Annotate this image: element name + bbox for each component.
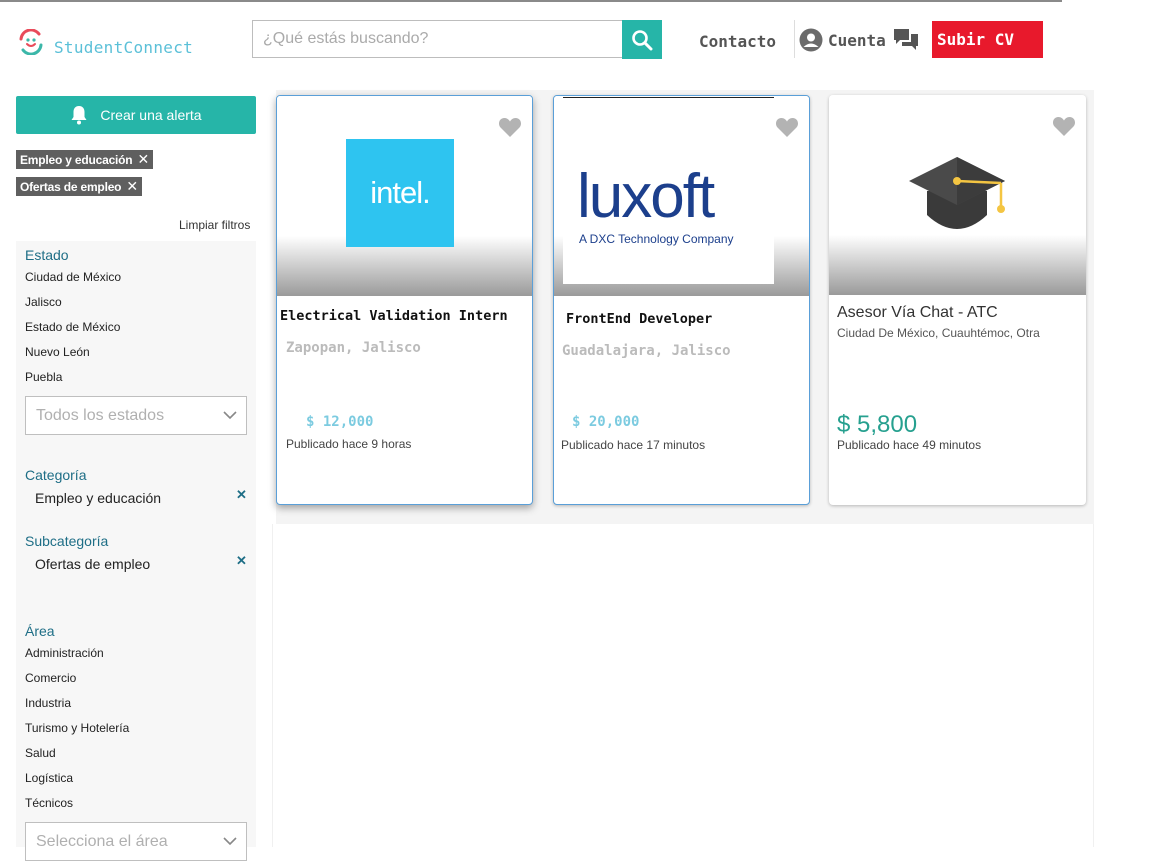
nav-divider — [794, 20, 795, 58]
luxoft-logo: luxoft A DXC Technology Company — [563, 100, 774, 284]
listing-posted-time: Publicado hace 17 minutos — [561, 438, 706, 452]
listing-location: Ciudad De México, Cuauhtémoc, Otra — [837, 326, 1040, 340]
filter-chip-subcategory: Ofertas de empleo ✕ — [16, 177, 142, 196]
state-option[interactable]: Ciudad de México — [25, 270, 121, 284]
graduation-cap-icon — [909, 157, 1005, 229]
filter-chip-category: Empleo y educación ✕ — [16, 150, 153, 169]
listing-image: luxoft A DXC Technology Company — [554, 96, 809, 296]
category-selected: Empleo y educación — [35, 490, 162, 506]
area-option[interactable]: Industria — [25, 696, 71, 710]
create-alert-label: Crear una alerta — [100, 107, 202, 123]
luxoft-logo-subtext: A DXC Technology Company — [579, 232, 734, 246]
listing-price: $ 20,000 — [572, 414, 640, 430]
remove-subcategory-icon[interactable]: ✕ — [236, 553, 247, 569]
listing-card[interactable]: Asesor Vía Chat - ATC Ciudad De México, … — [829, 95, 1086, 505]
area-option[interactable]: Logística — [25, 771, 73, 785]
area-select[interactable]: Selecciona el área — [25, 822, 247, 861]
listing-card[interactable]: luxoft A DXC Technology Company FrontEnd… — [553, 95, 810, 505]
remove-chip-icon[interactable]: ✕ — [137, 151, 149, 168]
listing-price: $ 12,000 — [306, 414, 374, 430]
listing-card[interactable]: intel. Electrical Validation Intern Zapo… — [276, 95, 533, 505]
nav-contact-link[interactable]: Contacto — [699, 32, 776, 51]
area-option[interactable]: Técnicos — [25, 796, 73, 810]
favorite-heart-icon[interactable] — [1052, 115, 1076, 142]
nav-account-link[interactable]: Cuenta — [799, 28, 886, 52]
subcategory-selected: Ofertas de empleo — [35, 556, 151, 572]
upload-cv-button[interactable]: Subir CV — [932, 21, 1043, 58]
area-select-placeholder: Selecciona el área — [36, 832, 168, 850]
top-border — [0, 0, 1062, 2]
chevron-down-icon — [223, 411, 237, 420]
user-avatar-icon — [799, 28, 823, 52]
listing-title: FrontEnd Developer — [566, 311, 713, 327]
remove-category-icon[interactable]: ✕ — [236, 487, 247, 503]
intel-logo: intel. — [346, 139, 454, 247]
state-option[interactable]: Jalisco — [25, 295, 62, 309]
logo-top-rule — [563, 97, 774, 98]
listing-posted-time: Publicado hace 9 horas — [286, 437, 412, 451]
area-option[interactable]: Turismo y Hotelería — [25, 721, 129, 735]
listing-title: Electrical Validation Intern — [280, 308, 508, 324]
listing-image — [829, 95, 1086, 295]
state-select-placeholder: Todos los estados — [36, 406, 165, 424]
chip-label: Ofertas de empleo — [20, 179, 122, 194]
remove-chip-icon[interactable]: ✕ — [126, 178, 138, 195]
filters-panel: Estado Ciudad de México Jalisco Estado d… — [16, 241, 256, 861]
state-option[interactable]: Nuevo León — [25, 345, 90, 359]
intel-logo-text: intel. — [370, 175, 430, 210]
bell-icon — [70, 105, 88, 125]
search-icon — [632, 29, 653, 50]
search-button[interactable] — [622, 20, 662, 59]
search-input[interactable] — [252, 20, 622, 58]
favorite-heart-icon[interactable] — [775, 116, 799, 143]
create-alert-button[interactable]: Crear una alerta — [16, 96, 256, 134]
subcategory-filter-title: Subcategoría — [25, 533, 109, 549]
state-option[interactable]: Puebla — [25, 370, 62, 384]
state-option[interactable]: Estado de México — [25, 320, 120, 334]
chat-icon[interactable] — [892, 27, 920, 53]
category-filter-title: Categoría — [25, 467, 87, 483]
listing-image: intel. — [277, 96, 532, 296]
listing-location: Zapopan, Jalisco — [286, 340, 421, 356]
listing-posted-time: Publicado hace 49 minutos — [837, 438, 982, 452]
area-option[interactable]: Comercio — [25, 671, 76, 685]
luxoft-logo-text: luxoft — [577, 162, 715, 231]
listing-title: Asesor Vía Chat - ATC — [837, 304, 998, 321]
area-option[interactable]: Salud — [25, 746, 56, 760]
area-option[interactable]: Administración — [25, 646, 104, 660]
listing-price: $ 5,800 — [837, 411, 918, 438]
chevron-down-icon — [223, 837, 237, 846]
chip-label: Empleo y educación — [20, 152, 133, 167]
clear-filters-link[interactable]: Limpiar filtros — [179, 218, 250, 232]
state-filter-title: Estado — [25, 247, 69, 263]
smile-logo-icon — [18, 27, 44, 56]
listing-location: Guadalajara, Jalisco — [562, 343, 731, 359]
brand-logo[interactable]: StudentConnect — [18, 26, 193, 57]
favorite-heart-icon[interactable] — [498, 116, 522, 143]
account-label: Cuenta — [828, 30, 886, 50]
state-select[interactable]: Todos los estados — [25, 396, 247, 435]
results-empty-area — [272, 524, 1094, 847]
brand-name: StudentConnect — [54, 38, 194, 57]
area-filter-title: Área — [25, 623, 55, 639]
